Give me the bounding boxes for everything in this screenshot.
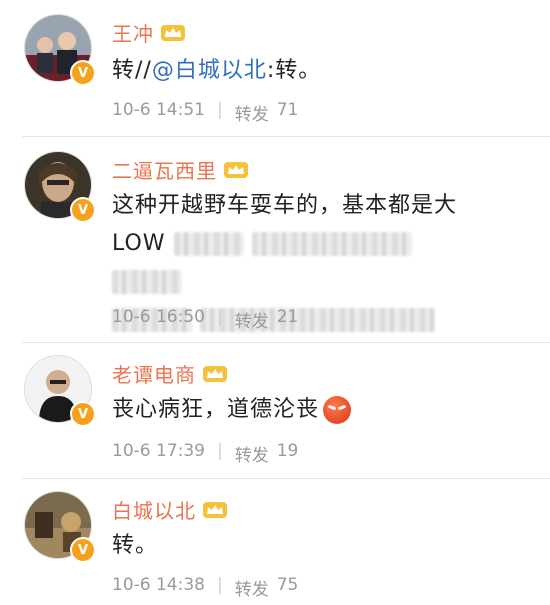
user-name[interactable]: 王冲 xyxy=(112,18,154,47)
repost-label[interactable]: 转发 xyxy=(235,575,269,600)
comment-text: 转//@白城以北:转。 xyxy=(112,58,322,83)
comment-item: V 老谭电商 丧心病狂，道德沦丧 10-6 17:39 | 转发 19 xyxy=(0,343,550,478)
comment-meta: 10-6 16:50 | 转发 21 xyxy=(112,307,299,332)
repost-count: 75 xyxy=(276,575,299,595)
crown-icon xyxy=(203,501,227,518)
comment-thread: V 王冲 转//@白城以北:转。 10-6 14:51 | 转发 71 V 二逼… xyxy=(0,0,550,605)
crown-icon xyxy=(161,24,185,41)
angry-emoji-icon xyxy=(323,396,352,424)
blurred-text xyxy=(112,270,182,294)
verified-badge-icon: V xyxy=(70,401,96,427)
user-name[interactable]: 二逼瓦西里 xyxy=(112,155,217,184)
name-row: 老谭电商 xyxy=(112,359,228,388)
avatar[interactable]: V xyxy=(24,14,96,86)
comment-text: 丧心病狂，道德沦丧 xyxy=(112,391,490,429)
comment-meta: 10-6 17:39 | 转发 19 xyxy=(112,441,299,466)
crown-icon xyxy=(224,161,248,178)
crown-icon xyxy=(203,365,227,382)
blurred-text xyxy=(173,232,244,256)
repost-label[interactable]: 转发 xyxy=(235,100,269,125)
repost-label[interactable]: 转发 xyxy=(235,307,269,332)
comment-item: V 二逼瓦西里 这种开越野车耍车的，基本都是大 LOW 10-6 16:50 |… xyxy=(0,137,550,342)
timestamp: 10-6 16:50 xyxy=(112,307,205,327)
comment-text: 转。 xyxy=(112,533,159,558)
mention-link[interactable]: @白城以北 xyxy=(152,58,267,83)
avatar[interactable]: V xyxy=(24,491,96,563)
comment-meta: 10-6 14:51 | 转发 71 xyxy=(112,100,299,125)
timestamp: 10-6 17:39 xyxy=(112,441,205,461)
name-row: 白城以北 xyxy=(112,495,228,524)
blurred-text xyxy=(251,232,412,256)
comment-item: V 王冲 转//@白城以北:转。 10-6 14:51 | 转发 71 xyxy=(0,0,550,130)
name-row: 王冲 xyxy=(112,18,186,47)
verified-badge-icon: V xyxy=(70,197,96,223)
comment-item: V 白城以北 转。 10-6 14:38 | 转发 75 xyxy=(0,479,550,605)
repost-count: 21 xyxy=(276,307,299,327)
name-row: 二逼瓦西里 xyxy=(112,155,249,184)
repost-count: 19 xyxy=(276,441,299,461)
verified-badge-icon: V xyxy=(70,60,96,86)
verified-badge-icon: V xyxy=(70,537,96,563)
timestamp: 10-6 14:51 xyxy=(112,100,205,120)
repost-label[interactable]: 转发 xyxy=(235,441,269,466)
avatar[interactable]: V xyxy=(24,151,96,223)
avatar[interactable]: V xyxy=(24,355,96,427)
repost-count: 71 xyxy=(276,100,299,120)
user-name[interactable]: 白城以北 xyxy=(112,495,196,524)
timestamp: 10-6 14:38 xyxy=(112,575,205,595)
user-name[interactable]: 老谭电商 xyxy=(112,359,196,388)
comment-meta: 10-6 14:38 | 转发 75 xyxy=(112,575,299,600)
